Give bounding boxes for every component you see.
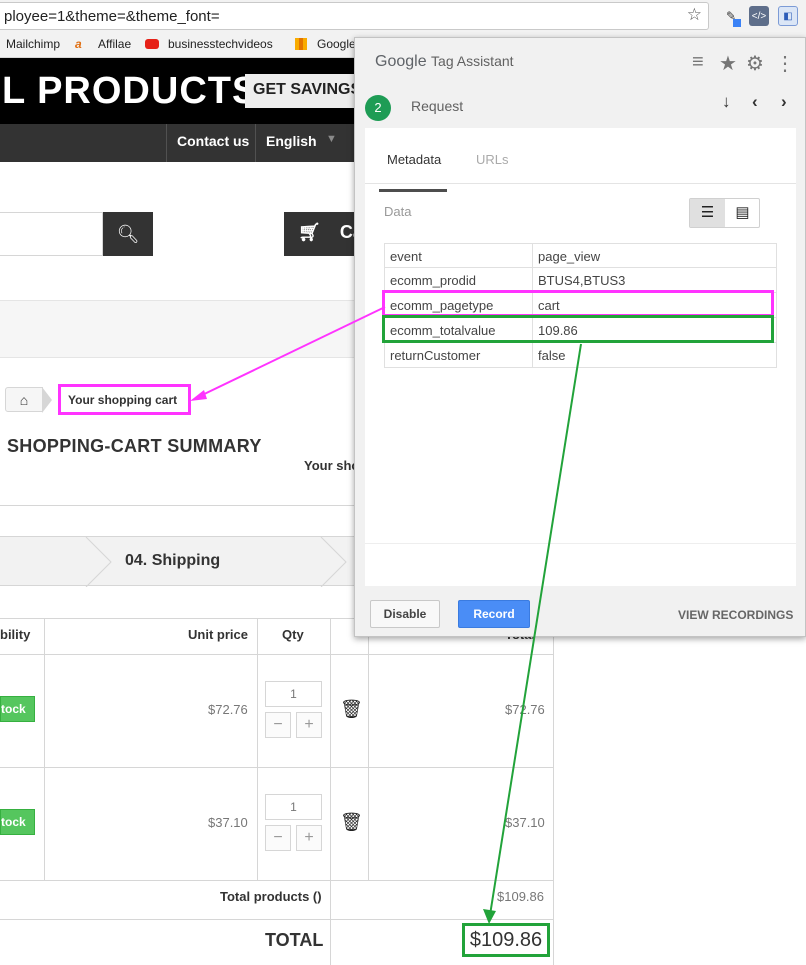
annotation-arrows xyxy=(190,306,582,924)
